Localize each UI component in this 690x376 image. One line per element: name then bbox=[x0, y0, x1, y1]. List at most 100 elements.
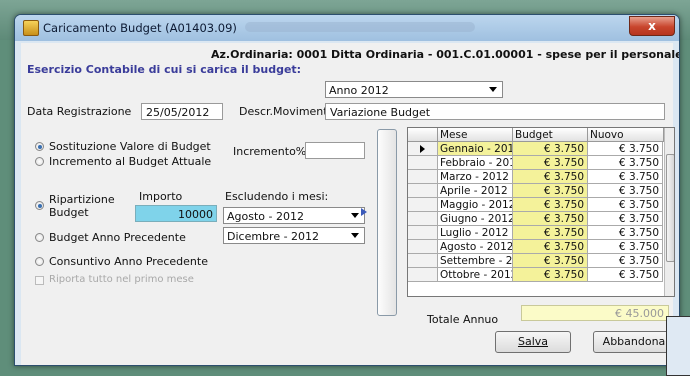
cell-nuovo[interactable]: € 3.750 bbox=[588, 254, 663, 268]
table-row[interactable]: Giugno - 2012 € 3.750 € 3.750 bbox=[408, 212, 674, 226]
cell-budget[interactable]: € 3.750 bbox=[513, 184, 588, 198]
riporta-label: Riporta tutto nel primo mese bbox=[49, 274, 194, 285]
background-window-fragment bbox=[666, 316, 690, 376]
cell-mese[interactable]: Agosto - 2012 bbox=[438, 240, 513, 254]
escludi-mese-1-select[interactable]: Agosto - 2012 bbox=[223, 207, 365, 224]
riporta-checkbox[interactable] bbox=[35, 276, 44, 285]
row-indicator[interactable] bbox=[408, 170, 438, 184]
sostituzione-radio[interactable] bbox=[35, 142, 44, 151]
descr-movimento-field[interactable]: Variazione Budget bbox=[325, 103, 665, 120]
cell-budget[interactable]: € 3.750 bbox=[513, 198, 588, 212]
cell-nuovo[interactable]: € 3.750 bbox=[588, 170, 663, 184]
cell-nuovo[interactable]: € 3.750 bbox=[588, 212, 663, 226]
data-registrazione-field[interactable]: 25/05/2012 bbox=[141, 103, 223, 120]
incremento-label: Incremento al Budget Attuale bbox=[49, 155, 212, 168]
column-header-budget[interactable]: Budget bbox=[513, 128, 588, 142]
table-row[interactable]: Settembre - 20 € 3.750 € 3.750 bbox=[408, 254, 674, 268]
table-row[interactable]: Febbraio - 201. € 3.750 € 3.750 bbox=[408, 156, 674, 170]
consuntivo-label: Consuntivo Anno Precedente bbox=[49, 255, 208, 268]
totale-annuo-label: Totale Annuo bbox=[427, 313, 499, 326]
abbandona-button[interactable]: Abbandona bbox=[593, 331, 675, 353]
importo-label: Importo bbox=[139, 190, 183, 203]
row-indicator[interactable] bbox=[408, 240, 438, 254]
cell-mese[interactable]: Aprile - 2012 bbox=[438, 184, 513, 198]
escludi-mese-2-value: Dicembre - 2012 bbox=[227, 230, 320, 243]
cell-nuovo[interactable]: € 3.750 bbox=[588, 156, 663, 170]
cell-nuovo[interactable]: € 3.750 bbox=[588, 184, 663, 198]
table-row[interactable]: Luglio - 2012 € 3.750 € 3.750 bbox=[408, 226, 674, 240]
table-row[interactable]: Aprile - 2012 € 3.750 € 3.750 bbox=[408, 184, 674, 198]
ordinaria-header: Az.Ordinaria: 0001 Ditta Ordinaria - 001… bbox=[211, 48, 680, 61]
row-indicator[interactable] bbox=[408, 198, 438, 212]
cell-nuovo[interactable]: € 3.750 bbox=[588, 198, 663, 212]
row-indicator[interactable] bbox=[408, 184, 438, 198]
close-button[interactable]: x bbox=[629, 16, 675, 36]
cell-budget[interactable]: € 3.750 bbox=[513, 170, 588, 184]
table-row[interactable]: Gennaio - 201. € 3.750 € 3.750 bbox=[408, 142, 674, 156]
grid-corner bbox=[408, 128, 438, 142]
cell-mese[interactable]: Luglio - 2012 bbox=[438, 226, 513, 240]
cell-mese[interactable]: Febbraio - 201. bbox=[438, 156, 513, 170]
cell-mese[interactable]: Maggio - 2012 bbox=[438, 198, 513, 212]
cell-mese[interactable]: Giugno - 2012 bbox=[438, 212, 513, 226]
data-registrazione-value: 25/05/2012 bbox=[146, 106, 210, 119]
salva-button[interactable]: Salva bbox=[495, 331, 571, 353]
cell-nuovo[interactable]: € 3.750 bbox=[588, 142, 663, 156]
table-row[interactable]: Agosto - 2012 € 3.750 € 3.750 bbox=[408, 240, 674, 254]
cell-budget[interactable]: € 3.750 bbox=[513, 212, 588, 226]
cell-nuovo[interactable]: € 3.750 bbox=[588, 268, 663, 282]
cell-mese[interactable]: Marzo - 2012 bbox=[438, 170, 513, 184]
chevron-down-icon bbox=[489, 87, 497, 92]
ripartizione-radio[interactable] bbox=[35, 201, 44, 210]
budget-anno-prec-radio[interactable] bbox=[35, 233, 44, 242]
column-header-mese[interactable]: Mese bbox=[438, 128, 513, 142]
background-window-title bbox=[245, 22, 475, 32]
ripartizione-label-1: Ripartizione bbox=[49, 193, 115, 206]
incremento-radio[interactable] bbox=[35, 157, 44, 166]
escludendo-label: Escludendo i mesi: bbox=[225, 190, 329, 203]
cell-budget[interactable]: € 3.750 bbox=[513, 142, 588, 156]
cell-budget[interactable]: € 3.750 bbox=[513, 254, 588, 268]
grid-scrollbar[interactable] bbox=[664, 128, 674, 296]
title-bar[interactable]: Caricamento Budget (A01403.09) x bbox=[15, 15, 679, 41]
window-title: Caricamento Budget (A01403.09) bbox=[43, 21, 237, 35]
sostituzione-label: Sostituzione Valore di Budget bbox=[49, 140, 211, 153]
table-row[interactable]: Maggio - 2012 € 3.750 € 3.750 bbox=[408, 198, 674, 212]
cell-mese[interactable]: Ottobre - 2012 bbox=[438, 268, 513, 282]
table-row[interactable]: Marzo - 2012 € 3.750 € 3.750 bbox=[408, 170, 674, 184]
cell-budget[interactable]: € 3.750 bbox=[513, 240, 588, 254]
row-indicator[interactable] bbox=[408, 226, 438, 240]
grid-scrollbar-thumb[interactable] bbox=[666, 154, 674, 262]
incremento-pct-label: Incremento% bbox=[233, 145, 307, 158]
cell-nuovo[interactable]: € 3.750 bbox=[588, 226, 663, 240]
esercizio-select[interactable]: Anno 2012 bbox=[325, 81, 503, 98]
importo-value: 10000 bbox=[178, 208, 213, 221]
apply-side-button[interactable] bbox=[377, 129, 397, 316]
row-indicator[interactable] bbox=[408, 142, 438, 156]
cell-budget[interactable]: € 3.750 bbox=[513, 226, 588, 240]
form-body: Az.Ordinaria: 0001 Ditta Ordinaria - 001… bbox=[21, 43, 679, 365]
incremento-pct-field[interactable] bbox=[305, 142, 365, 159]
budget-window: Caricamento Budget (A01403.09) x Az.Ordi… bbox=[14, 14, 680, 366]
data-registrazione-label: Data Registrazione bbox=[27, 105, 132, 118]
salva-label: Salva bbox=[517, 335, 549, 348]
row-indicator[interactable] bbox=[408, 254, 438, 268]
cell-mese[interactable]: Gennaio - 201. bbox=[438, 142, 513, 156]
row-indicator[interactable] bbox=[408, 212, 438, 226]
cell-nuovo[interactable]: € 3.750 bbox=[588, 240, 663, 254]
totale-annuo-field: € 45.000 bbox=[521, 305, 669, 321]
escludi-mese-1-value: Agosto - 2012 bbox=[227, 210, 304, 223]
row-indicator[interactable] bbox=[408, 156, 438, 170]
budget-grid: Mese Budget Nuovo Gennaio - 201. € 3.750… bbox=[407, 127, 675, 297]
cell-budget[interactable]: € 3.750 bbox=[513, 156, 588, 170]
esercizio-select-value: Anno 2012 bbox=[329, 84, 389, 97]
importo-field[interactable]: 10000 bbox=[135, 205, 217, 222]
cell-mese[interactable]: Settembre - 20 bbox=[438, 254, 513, 268]
cell-budget[interactable]: € 3.750 bbox=[513, 268, 588, 282]
current-row-icon bbox=[420, 145, 425, 153]
escludi-mese-2-select[interactable]: Dicembre - 2012 bbox=[223, 227, 365, 244]
column-header-nuovo[interactable]: Nuovo bbox=[588, 128, 664, 142]
row-indicator[interactable] bbox=[408, 268, 438, 282]
table-row[interactable]: Ottobre - 2012 € 3.750 € 3.750 bbox=[408, 268, 674, 282]
consuntivo-radio[interactable] bbox=[35, 257, 44, 266]
